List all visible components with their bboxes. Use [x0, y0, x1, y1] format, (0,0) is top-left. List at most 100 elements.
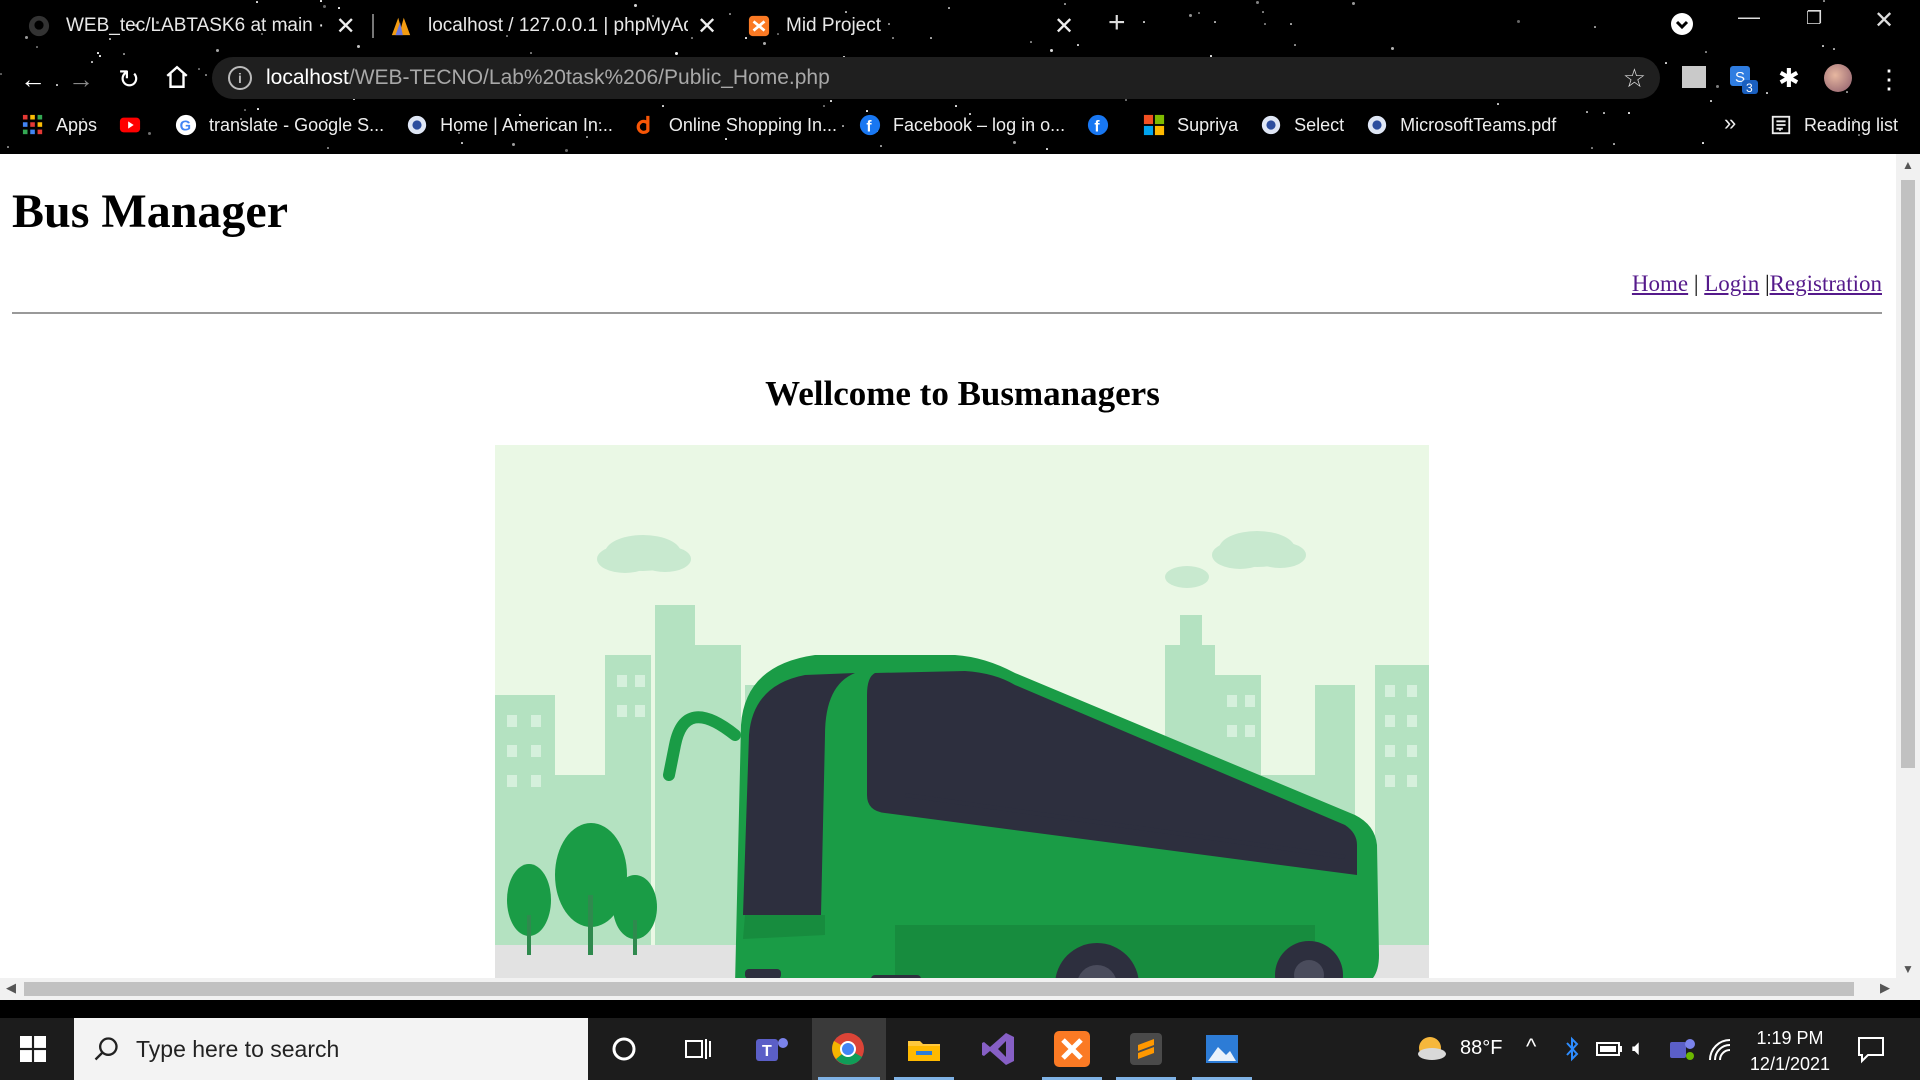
back-button[interactable]: ← — [18, 64, 48, 94]
web-page: Bus Manager Home | Login |Registration W… — [0, 154, 1896, 1000]
bookmark-label: Online Shopping In... — [668, 114, 837, 135]
file-explorer-icon[interactable] — [904, 1029, 944, 1069]
profile-avatar[interactable] — [1824, 64, 1852, 92]
teams-tray-icon[interactable] — [1668, 1036, 1696, 1062]
visual-studio-icon[interactable] — [978, 1029, 1018, 1069]
site-title: Bus Manager — [12, 185, 288, 238]
youtube-icon — [119, 117, 141, 133]
menu-kebab-icon[interactable]: ⋮ — [1874, 64, 1904, 94]
bookmark-apps[interactable]: Apps — [22, 114, 97, 136]
battery-icon[interactable] — [1596, 1040, 1624, 1058]
bookmark-select[interactable]: Select — [1260, 114, 1344, 136]
taskbar-search[interactable]: Type here to search — [74, 1018, 588, 1080]
weather-temperature[interactable]: 88°F — [1460, 1037, 1502, 1060]
windows-taskbar: Type here to search T 88°F ^ 🔈︎ 1:19 PM … — [0, 1018, 1920, 1080]
tab-phpmyadmin[interactable]: localhost / 127.0.0.1 | phpMyAdm ✕ — [390, 0, 720, 52]
xampp-icon[interactable] — [1052, 1029, 1092, 1069]
notifications-icon[interactable] — [1856, 1034, 1886, 1064]
minimize-button[interactable]: — — [1738, 4, 1760, 30]
nav-link-login[interactable]: Login — [1704, 271, 1759, 296]
reading-list-icon — [1771, 115, 1791, 135]
scroll-right-arrow-icon[interactable]: ▶ — [1880, 980, 1890, 996]
star-dot — [1833, 48, 1835, 50]
extensions-puzzle-icon[interactable]: ✱ — [1778, 64, 1806, 92]
vertical-scrollbar[interactable]: ▲ ▼ — [1896, 154, 1920, 1000]
extension-square-icon[interactable] — [1682, 66, 1706, 88]
star-dot — [1294, 44, 1296, 46]
browser-toolbar: ← → ↻ i localhost/WEB-TECNO/Lab%20task%2… — [0, 52, 1920, 104]
reading-list-button[interactable]: Reading list — [1770, 114, 1898, 136]
page-viewport: Bus Manager Home | Login |Registration W… — [0, 154, 1920, 1000]
volume-icon[interactable]: 🔈︎ — [1632, 1035, 1645, 1061]
bluetooth-icon[interactable] — [1564, 1036, 1580, 1062]
star-dot — [1391, 47, 1394, 50]
horizontal-scroll-thumb[interactable] — [24, 982, 1854, 996]
bookmark-youtube[interactable] — [119, 114, 153, 136]
star-dot — [1823, 0, 1825, 2]
nav-link-registration[interactable]: Registration — [1770, 271, 1882, 296]
reading-list-label: Reading list — [1803, 114, 1898, 135]
bookmark-translate[interactable]: G translate - Google S... — [175, 114, 384, 136]
star-dot — [1262, 11, 1264, 13]
bookmark-facebook[interactable]: f Facebook – log in o... — [859, 114, 1065, 136]
star-dot — [1264, 23, 1266, 25]
browser-chrome: WEB_tec/LABTASK6 at main · Sup ✕ localho… — [0, 0, 1920, 154]
search-icon — [94, 1037, 118, 1061]
chrome-icon[interactable] — [828, 1029, 868, 1069]
tab-mid-project[interactable]: Mid Project ✕ — [748, 0, 1078, 52]
home-button[interactable] — [162, 64, 192, 94]
teams-icon[interactable]: T — [752, 1029, 792, 1069]
windows-start-icon[interactable] — [20, 1036, 46, 1062]
star-dot — [1591, 147, 1593, 149]
sublime-text-icon[interactable] — [1126, 1029, 1166, 1069]
star-dot — [1352, 2, 1355, 5]
bookmark-label: Apps — [56, 114, 98, 135]
bookmark-label: Select — [1294, 114, 1345, 135]
show-hidden-icons-chevron-icon[interactable]: ^ — [1526, 1034, 1536, 1060]
tab-github[interactable]: WEB_tec/LABTASK6 at main · Sup ✕ — [28, 0, 358, 52]
site-info-icon[interactable]: i — [228, 66, 252, 90]
cortana-icon[interactable] — [604, 1029, 644, 1069]
close-tab-icon[interactable]: ✕ — [333, 12, 358, 41]
weather-sun-icon[interactable] — [1414, 1034, 1446, 1064]
star-dot — [1198, 12, 1200, 14]
bookmark-label: Home | American In... — [440, 114, 613, 135]
horizontal-scrollbar[interactable]: ◀ ▶ — [0, 978, 1896, 1000]
new-tab-button[interactable]: + — [1108, 6, 1126, 40]
aiub-icon — [407, 115, 427, 135]
vertical-scroll-thumb[interactable] — [1901, 180, 1915, 768]
task-view-icon[interactable] — [678, 1029, 718, 1069]
aiub-icon — [1261, 115, 1281, 135]
svg-text:G: G — [180, 119, 191, 135]
wifi-icon[interactable] — [1706, 1036, 1734, 1062]
scroll-up-arrow-icon[interactable]: ▲ — [1902, 158, 1914, 172]
bookmark-teams-pdf[interactable]: MicrosoftTeams.pdf — [1366, 114, 1556, 136]
forward-button[interactable]: → — [66, 64, 96, 94]
close-tab-icon[interactable]: ✕ — [694, 12, 720, 41]
tab-search-icon[interactable] — [1670, 12, 1694, 42]
close-tab-icon[interactable]: ✕ — [1050, 12, 1078, 41]
bookmark-supriya[interactable]: Supriya — [1143, 114, 1238, 136]
reload-button[interactable]: ↻ — [114, 64, 144, 94]
address-bar[interactable]: i localhost/WEB-TECNO/Lab%20task%206/Pub… — [212, 57, 1660, 99]
close-window-button[interactable]: ✕ — [1874, 6, 1894, 35]
photos-icon[interactable] — [1202, 1029, 1242, 1069]
welcome-heading: Wellcome to Busmanagers — [765, 374, 1160, 413]
bookmark-facebook-2[interactable]: f — [1087, 114, 1121, 136]
taskbar-clock[interactable]: 1:19 PM 12/1/2021 — [1750, 1025, 1830, 1077]
nav-separator: | — [1688, 271, 1705, 296]
nav-link-home[interactable]: Home — [1632, 271, 1688, 296]
scroll-left-arrow-icon[interactable]: ◀ — [6, 980, 16, 996]
bookmark-star-icon[interactable]: ☆ — [1623, 63, 1646, 94]
bookmarks-overflow-button[interactable]: » — [1724, 110, 1736, 136]
svg-text:f: f — [1094, 118, 1100, 135]
bookmark-daraz[interactable]: Online Shopping In... — [635, 114, 837, 136]
bookmark-aiub-home[interactable]: Home | American In... — [406, 114, 613, 136]
restore-button[interactable]: ❐ — [1806, 8, 1822, 29]
bookmark-label: Supriya — [1177, 114, 1239, 135]
extension-badge-icon[interactable]: S3 — [1728, 64, 1758, 95]
star-dot — [745, 37, 747, 39]
svg-text:T: T — [762, 1043, 772, 1060]
scroll-down-arrow-icon[interactable]: ▼ — [1902, 962, 1914, 976]
bus-hero-image — [495, 445, 1429, 1000]
